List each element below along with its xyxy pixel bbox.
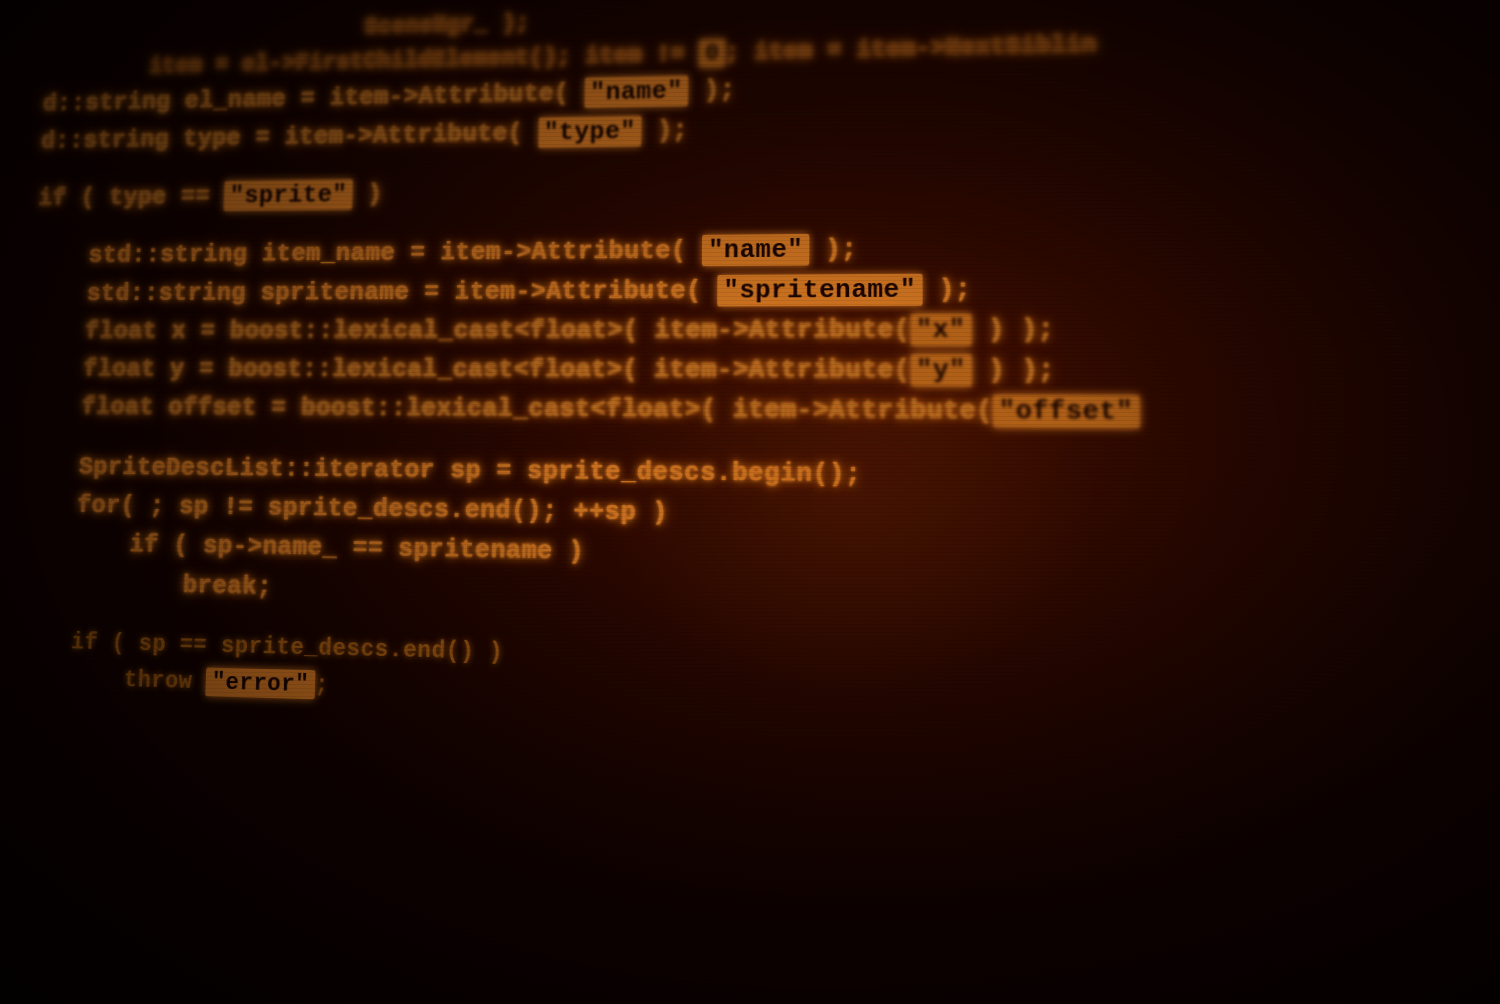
code-screen: SceneNgr_ ); item = el->FirstChildElemen… [0,0,1500,1004]
highlight-type: "type" [538,115,642,147]
highlight-name-1: "name" [584,76,688,109]
code-line-8: float x = boost::lexical_cast<float>( it… [31,307,1500,350]
code-line-9: float y = boost::lexical_cast<float>( it… [29,350,1500,393]
highlight-offset: "offset" [993,395,1140,429]
highlight-sprite: "sprite" [224,179,353,211]
highlight-y: "y" [910,354,972,386]
highlight-name-2: "name" [702,234,809,266]
code-content: SceneNgr_ ); item = el->FirstChildElemen… [0,0,1500,767]
highlight-x: "x" [910,314,972,346]
highlight-error: "error" [206,668,316,700]
highlight-null: 0 [699,39,725,67]
highlight-spritename: "spritename" [717,273,922,306]
